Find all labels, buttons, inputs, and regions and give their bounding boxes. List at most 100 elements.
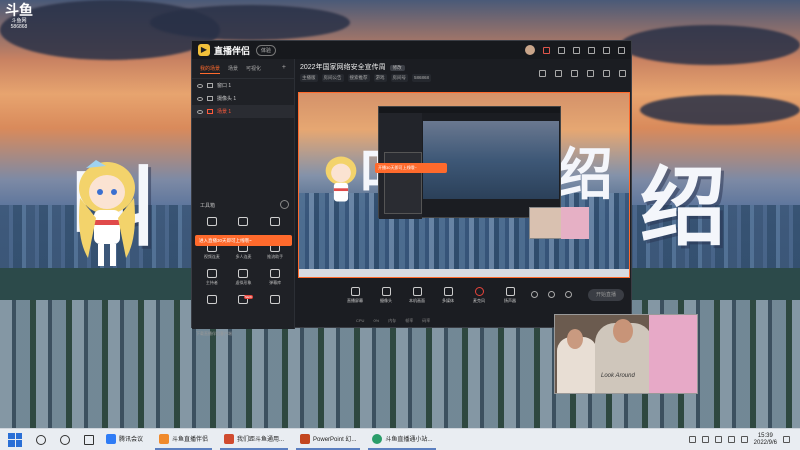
user-avatar[interactable] [525, 45, 535, 55]
tool-item[interactable]: 多人连麦 [228, 243, 260, 263]
close-icon[interactable] [618, 46, 625, 54]
meta-tag[interactable]: 搜索推荐 [347, 74, 370, 82]
volume-icon[interactable] [714, 436, 722, 443]
person-left-head [567, 329, 583, 349]
taskbar-app-tencent-meeting[interactable]: 腾讯会议 [102, 430, 147, 450]
live-app-icon [159, 433, 170, 444]
notification-icon[interactable] [543, 46, 550, 54]
settings-icon[interactable] [558, 46, 565, 54]
status-item: CPU [356, 318, 365, 323]
douyu-watermark: 斗鱼 斗鱼网 586868 [4, 2, 34, 32]
tool-label: 视频连麦 [203, 254, 220, 259]
taskbar-app-browser[interactable]: 斗鱼直播通小站... [368, 430, 437, 450]
title-bar[interactable]: ▶ 直播伴侣 体验 [192, 41, 631, 59]
tab-scenes[interactable]: 场景 [228, 65, 238, 74]
tool-item[interactable]: 主持者 [196, 269, 228, 289]
room-title-text[interactable]: 2022年国家网络安全宣传周 [300, 64, 386, 71]
toolbox-title: 工具箱 [200, 203, 216, 209]
tool-label: 主持者 [205, 280, 218, 285]
watermark-id: 586868 [10, 24, 28, 30]
tool-item[interactable]: 推流助手 [259, 243, 291, 263]
tab-my-scenes[interactable]: 我的场景 [200, 65, 221, 74]
ctl-window[interactable]: 本机画面 [408, 287, 426, 304]
tool-label: 推流助手 [267, 254, 284, 259]
ctl-media[interactable]: 多媒体 [439, 287, 457, 304]
overlay-char-right: 绍 [640, 158, 730, 258]
meta-tag[interactable]: 房间公告 [321, 74, 344, 82]
network-icon[interactable] [701, 436, 709, 443]
bottom-tip[interactable]: 下载直播伴侣客户端 [196, 331, 232, 337]
battery-icon[interactable] [727, 436, 735, 443]
tool-item[interactable]: 虚拟形象 [228, 269, 260, 289]
preview-char-right: 绍 [557, 143, 613, 208]
ctl-speaker[interactable]: 扬声器 [501, 287, 519, 304]
tool-item[interactable] [196, 217, 228, 237]
tool-item[interactable]: 弹幕库 [259, 269, 291, 289]
gift-icon[interactable] [571, 70, 578, 77]
notification-center-icon[interactable] [783, 436, 790, 443]
tool-item[interactable]: 视频连麦 [196, 243, 228, 263]
ctl-label: 多媒体 [442, 298, 454, 303]
source-item[interactable]: 摄像头 1 [192, 92, 294, 105]
ctl-camera[interactable]: 摄像头 [377, 287, 395, 304]
widgets-icon[interactable] [84, 434, 94, 445]
taskbar-app-live-companion[interactable]: 斗鱼直播伴侣 [155, 430, 213, 450]
eye-icon[interactable] [197, 109, 203, 114]
tool-icon [270, 217, 281, 226]
record-toggle-icon[interactable] [531, 291, 538, 298]
menu-icon[interactable] [573, 46, 580, 54]
eye-icon[interactable] [197, 96, 203, 101]
camera-source-icon [207, 96, 213, 101]
start-icon[interactable] [8, 432, 22, 447]
maximize-icon[interactable] [603, 46, 610, 54]
chevron-up-icon[interactable] [688, 436, 696, 443]
watermark-mark: 斗鱼 [5, 2, 33, 18]
record-icon[interactable] [587, 70, 594, 77]
mascot-illustration [79, 160, 135, 266]
version-badge[interactable]: 体验 [256, 44, 277, 56]
toolbox-more-icon[interactable] [280, 200, 289, 209]
search-icon[interactable] [36, 434, 46, 445]
ctl-mic[interactable]: 麦克风 [470, 287, 488, 304]
ime-icon[interactable] [740, 436, 748, 443]
shop-icon[interactable] [539, 70, 546, 77]
tool-icon [206, 217, 217, 226]
clock[interactable]: 15:39 2022/9/6 [754, 433, 777, 447]
eye-icon[interactable] [197, 83, 203, 88]
extra-controls [531, 291, 572, 298]
task-view-icon[interactable] [60, 434, 70, 445]
minimize-icon[interactable] [588, 46, 595, 54]
ppt-app-icon [224, 433, 235, 444]
go-live-button[interactable]: 开始直播 [588, 289, 624, 301]
share-icon[interactable] [619, 70, 626, 77]
ctl-screen[interactable]: 直播屏幕 [346, 287, 364, 304]
tool-item[interactable] [259, 295, 291, 315]
lock-icon[interactable] [555, 70, 562, 77]
stats-icon[interactable] [603, 70, 610, 77]
tool-item[interactable] [196, 295, 228, 315]
preview-camera-poster [561, 207, 589, 239]
status-item: 帧率 [405, 318, 414, 323]
tool-item[interactable]: NEW [228, 295, 260, 315]
add-scene-button[interactable]: + [282, 64, 286, 74]
source-item-active[interactable]: 场景 1 [192, 105, 294, 118]
taskbar-app-ppt-doc[interactable]: 我们距斗鱼通用... [220, 430, 289, 450]
promo-tip[interactable]: 进入直播30天即可上线哦~ [195, 235, 292, 246]
source-item[interactable]: 窗口 1 [192, 79, 294, 92]
tool-item[interactable] [228, 217, 260, 237]
edit-title-badge[interactable]: 修改 [389, 65, 405, 71]
tab-visual[interactable]: 可视化 [246, 65, 261, 74]
live-preview[interactable]: 叫 绍 开播30天即可上线哦~ [298, 92, 630, 278]
ctl-label: 麦克风 [473, 298, 485, 303]
meta-tag[interactable]: 主播版 [300, 74, 318, 82]
preview-taskbar [299, 269, 629, 277]
taskbar-app-powerpoint[interactable]: PowerPoint 幻... [296, 430, 361, 450]
gear-icon[interactable] [565, 291, 572, 298]
meta-tag[interactable]: 游戏 [373, 74, 387, 82]
meeting-app-icon [106, 433, 116, 444]
status-bar: CPU 0% 内存 帧率 码率 [356, 318, 430, 324]
ctl-label: 摄像头 [380, 298, 392, 303]
scene-panel: 我的场景 场景 可视化 + 窗口 1 摄像头 1 场景 1 工具箱 视频连麦 多… [192, 59, 295, 336]
tool-item[interactable] [259, 217, 291, 237]
visibility-icon[interactable] [548, 291, 555, 298]
